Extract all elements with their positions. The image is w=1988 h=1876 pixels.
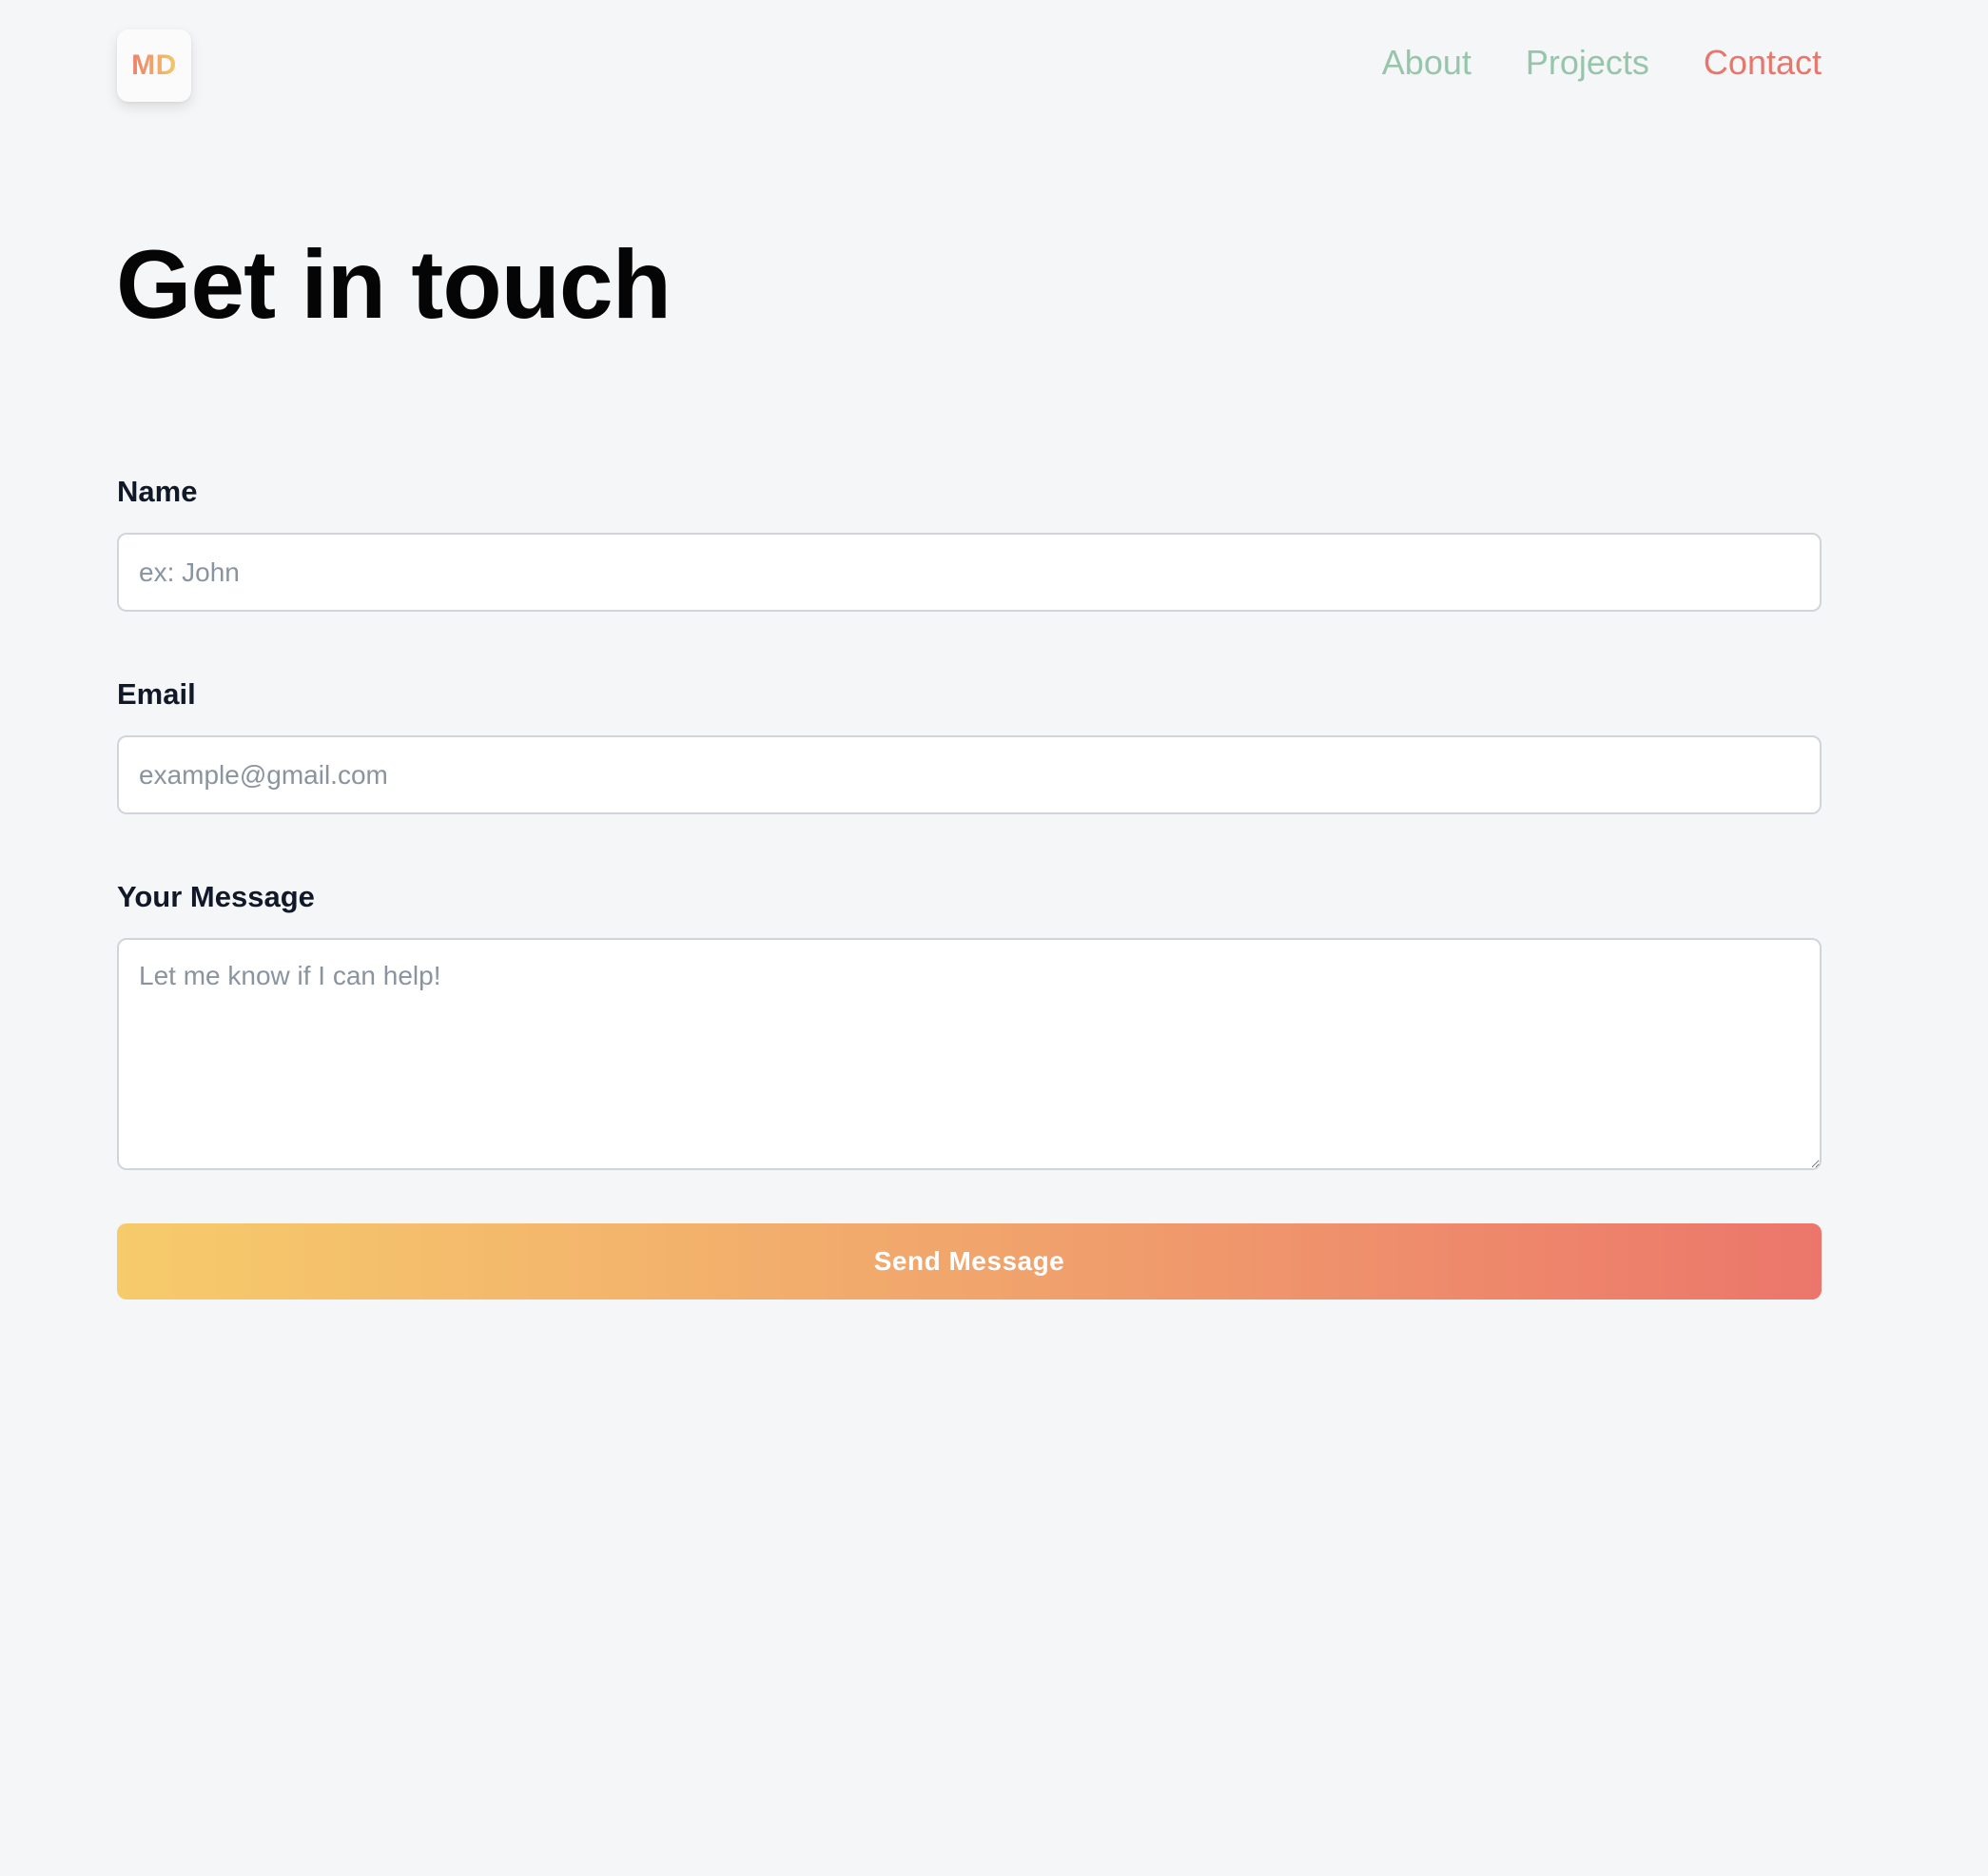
nav-link-contact[interactable]: Contact [1704,43,1822,83]
logo[interactable]: MD [117,29,191,102]
page-title: Get in touch [116,230,672,339]
message-textarea[interactable] [117,938,1822,1170]
site-header: MD About Projects Contact [117,29,1822,102]
main-nav: About Projects Contact [1382,43,1822,83]
name-label: Name [117,475,198,508]
contact-page: MD About Projects Contact Get in touch N… [0,0,1988,1876]
message-label: Your Message [117,880,315,913]
email-label: Email [117,677,196,711]
logo-text: MD [131,49,177,81]
contact-form: Name Email Your Message Send Message [117,474,1822,1300]
name-input[interactable] [117,533,1822,612]
nav-link-about[interactable]: About [1382,43,1472,83]
nav-link-projects[interactable]: Projects [1526,43,1649,83]
email-input[interactable] [117,735,1822,814]
send-message-button[interactable]: Send Message [117,1223,1822,1300]
